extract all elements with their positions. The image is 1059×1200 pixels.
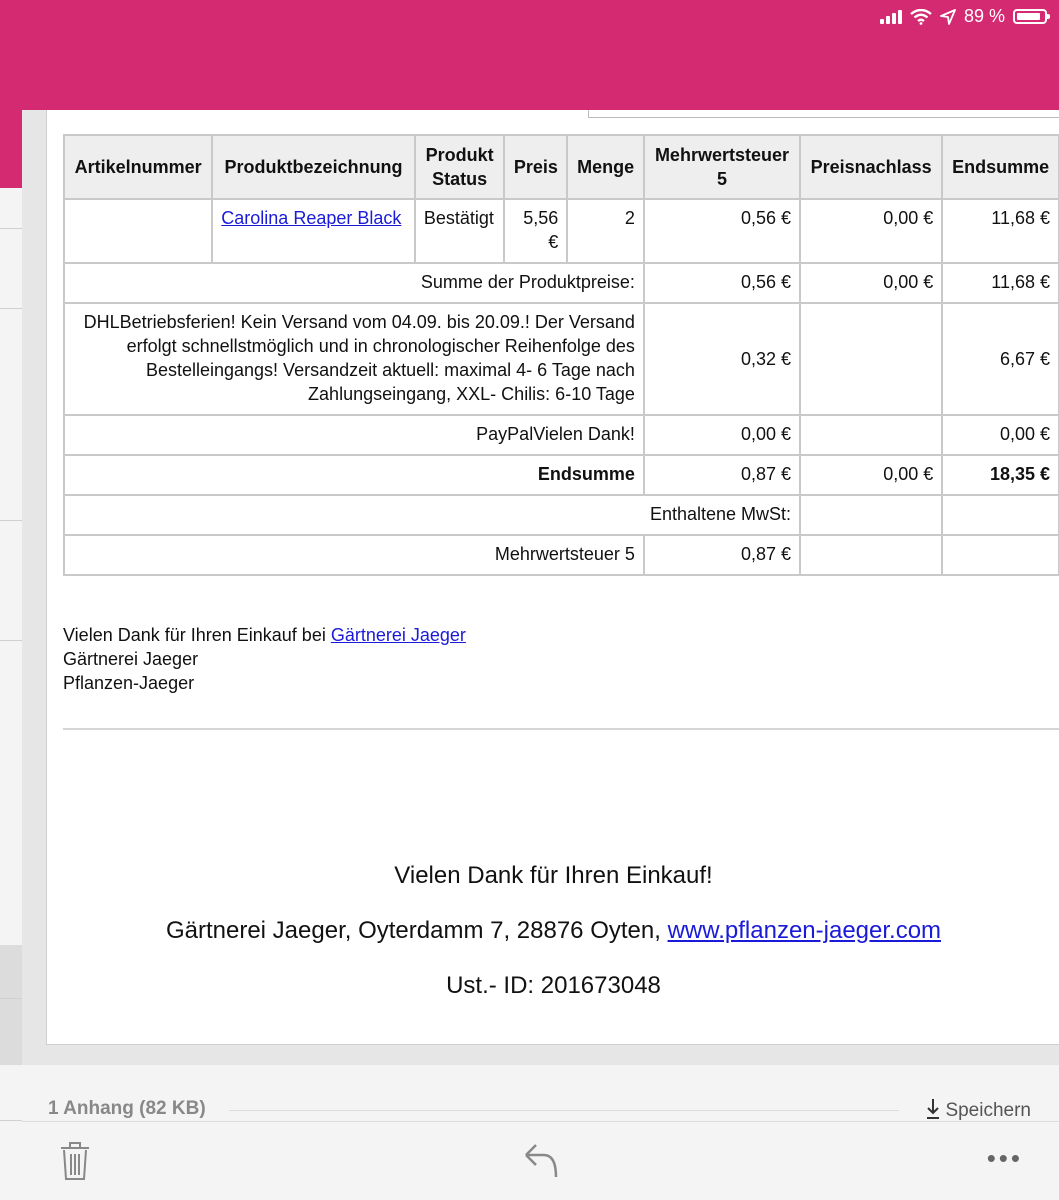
cell-artikelnummer <box>62 198 214 264</box>
enthaltene-mwst-label: Enthaltene MwSt: <box>62 494 802 536</box>
cell-nachlass: 0,00 € <box>799 198 944 264</box>
thanks-text: Vielen Dank für Ihren Einkauf bei <box>63 625 331 645</box>
signal-icon <box>879 9 902 24</box>
status-bar: 89 % <box>879 6 1050 27</box>
table-row: Summe der Produktpreise: 0,56 € 0,00 € 1… <box>63 262 1059 304</box>
table-row: DHLBetriebsferien! Kein Versand vom 04.0… <box>63 302 1059 416</box>
summe-endsumme: 11,68 € <box>941 262 1059 304</box>
header-mehrwertsteuer: Mehrwertsteuer 5 <box>642 134 802 200</box>
message-card: Artikelnummer Produktbezeichnung Produkt… <box>46 110 1059 1045</box>
battery-icon <box>1013 9 1050 24</box>
header-produktbezeichnung: Produktbezeichnung <box>211 134 416 200</box>
wifi-icon <box>910 8 932 25</box>
battery-percentage: 89 % <box>963 6 1005 26</box>
cell-endsumme: 11,68 € <box>941 198 1059 264</box>
table-row: PayPalVielen Dank! 0,00 € 0,00 € <box>63 414 1059 456</box>
versand-label: DHLBetriebsferien! Kein Versand vom 04.0… <box>63 302 645 416</box>
table-row: Mehrwertsteuer 5 0,87 € <box>63 534 1059 576</box>
versand-mwst: 0,32 € <box>642 302 802 416</box>
table-row: Enthaltene MwSt: <box>62 494 1059 536</box>
mail-body: Artikelnummer Produktbezeichnung Produkt… <box>22 110 1059 1065</box>
attachment-label[interactable]: 1 Anhang (82 KB) <box>48 1098 206 1120</box>
save-label: Speichern <box>945 1100 1031 1121</box>
table-row: Carolina Reaper Black Bestätigt 5,56 € 2… <box>62 198 1059 264</box>
header-produkt-status: Produkt Status <box>413 134 506 200</box>
versand-nachlass <box>799 302 944 416</box>
more-icon[interactable]: ••• <box>987 1145 1023 1171</box>
trash-icon[interactable] <box>60 1142 90 1180</box>
table-header-row: Artikelnummer Produktbezeichnung Produkt… <box>62 134 1059 200</box>
mwst-row-value: 0,87 € <box>642 534 802 576</box>
download-icon <box>927 1099 940 1119</box>
shop-name: Gärtnerei Jaeger <box>63 649 199 669</box>
website-link[interactable]: www.pflanzen-jaeger.com <box>668 917 941 944</box>
cell-produktname: Carolina Reaper Black <box>211 198 416 264</box>
header-preisnachlass: Preisnachlass <box>799 134 944 200</box>
header-artikelnummer: Artikelnummer <box>62 134 214 200</box>
product-link[interactable]: Carolina Reaper Black <box>221 208 401 228</box>
cell-mwst: 0,56 € <box>642 198 802 264</box>
cell-menge: 2 <box>566 198 645 264</box>
summe-label: Summe der Produktpreise: <box>63 262 645 304</box>
mwst-row-label: Mehrwertsteuer 5 <box>63 534 645 576</box>
paypal-nachlass <box>799 414 944 456</box>
versand-endsumme: 6,67 € <box>941 302 1059 416</box>
paypal-endsumme: 0,00 € <box>941 414 1059 456</box>
left-pane-header <box>0 0 22 188</box>
summe-mwst: 0,56 € <box>642 262 802 304</box>
table-row: Endsumme 0,87 € 0,00 € 18,35 € <box>63 454 1059 496</box>
cell-preis: 5,56 € <box>503 198 569 264</box>
total-endsumme: 18,35 € <box>941 454 1059 496</box>
reply-icon[interactable] <box>522 1143 562 1179</box>
paypal-label: PayPalVielen Dank! <box>63 414 645 456</box>
shop-link[interactable]: Gärtnerei Jaeger <box>331 625 466 645</box>
shop-subname: Pflanzen-Jaeger <box>63 673 195 693</box>
app-header: 89 % <box>22 0 1059 110</box>
header-preis: Preis <box>503 134 569 200</box>
paypal-mwst: 0,00 € <box>642 414 802 456</box>
thanks-block: Vielen Dank für Ihren Einkauf bei Gärtne… <box>63 623 466 695</box>
footer-address-line: Gärtnerei Jaeger, Oyterdamm 7, 28876 Oyt… <box>47 917 1059 945</box>
total-nachlass: 0,00 € <box>799 454 944 496</box>
divider <box>63 728 1059 730</box>
header-endsumme: Endsumme <box>941 134 1059 200</box>
summe-nachlass: 0,00 € <box>799 262 944 304</box>
footer-address: Gärtnerei Jaeger, Oyterdamm 7, 28876 Oyt… <box>165 917 668 944</box>
attachment-bar: 1 Anhang (82 KB) Speichern ••• <box>22 1065 1059 1200</box>
header-menge: Menge <box>566 134 645 200</box>
left-pane-list <box>0 188 22 1200</box>
total-mwst: 0,87 € <box>642 454 802 496</box>
location-icon <box>940 8 956 25</box>
total-label: Endsumme <box>63 454 645 496</box>
cell-status: Bestätigt <box>413 198 506 264</box>
footer-ust-id: Ust.- ID: 201673048 <box>446 972 661 999</box>
footer-thanks: Vielen Dank für Ihren Einkauf! <box>394 862 713 889</box>
save-button[interactable]: Speichern <box>925 1098 1031 1122</box>
order-table: Artikelnummer Produktbezeichnung Produkt… <box>62 134 1059 576</box>
